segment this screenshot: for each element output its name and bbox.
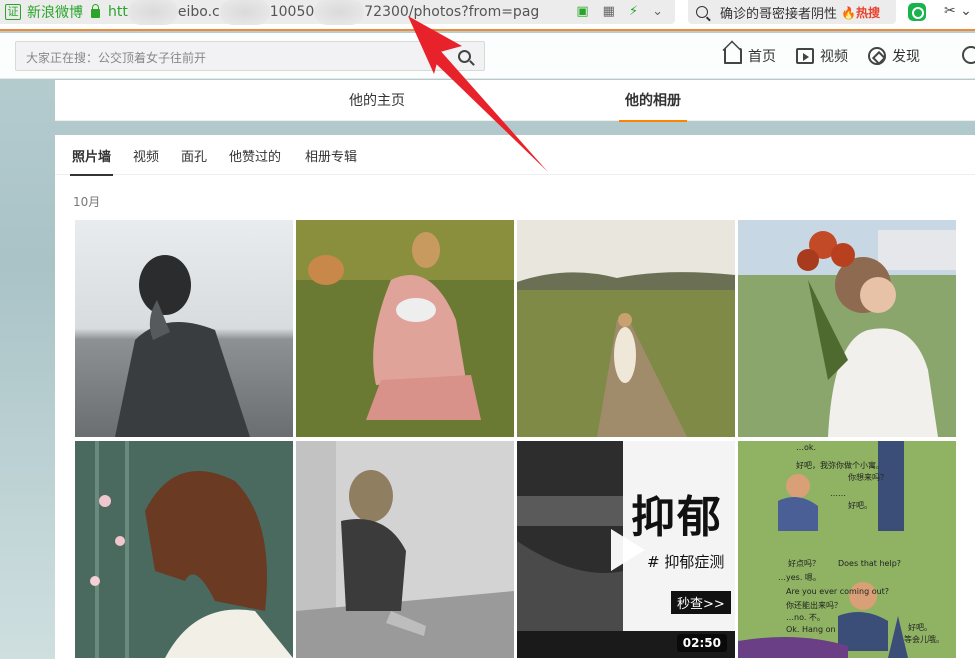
lightning-icon[interactable]: ⚡ [629, 4, 638, 19]
nav-item-label: 首页 [748, 49, 776, 65]
comic-text: 好吧，我弥你做个小寓。 [796, 461, 884, 470]
hot-badge-label: 热搜 [855, 5, 880, 20]
url-text[interactable]: htt eibo.c 10050 72300/photos?from=pag [108, 0, 539, 25]
hot-search-box[interactable]: 确诊的哥密接者阴性 🔥热搜 [688, 0, 896, 24]
photo-girl-blossoms [75, 441, 293, 658]
photo-man-field [75, 220, 293, 437]
redacted-blur [219, 0, 270, 25]
comic-text: …no. 不。 [786, 613, 825, 622]
discover-icon [868, 47, 886, 65]
search-icon[interactable] [458, 50, 471, 63]
search-input[interactable]: 大家正在搜：公交顶着女子往前开 [15, 41, 485, 71]
comic-text: 好吧。 [848, 501, 872, 510]
photo-thumbnail[interactable] [75, 441, 293, 658]
photo-thumbnail[interactable] [296, 220, 514, 437]
nav-items: 首页 视频 发现 [724, 46, 920, 66]
url-path: 72300/photos?from=pag [364, 4, 540, 20]
album-subtabs: 照片墙 视频 面孔 他赞过的 相册专辑 [55, 135, 975, 176]
redacted-blur [314, 0, 365, 25]
photo-thumbnail[interactable] [517, 220, 735, 437]
nav-item-label: 视频 [820, 49, 848, 65]
photo-thumbnail[interactable] [738, 220, 956, 437]
comic-text: 好点吗？ [788, 559, 820, 568]
hot-search-term: 确诊的哥密接者阴性 [720, 6, 838, 22]
search-icon [696, 6, 708, 18]
address-bar[interactable]: 证 新浪微博 htt eibo.c 10050 72300/photos?from=p… [0, 0, 675, 25]
chevron-down-icon[interactable]: ⌄ [652, 4, 663, 19]
nav-item-label: 发现 [892, 49, 920, 65]
url-host-part: eibo.c [177, 4, 220, 20]
wechat-extension-icon[interactable] [908, 3, 926, 21]
site-identity: 新浪微博 [27, 5, 83, 21]
redacted-blur [127, 0, 178, 25]
month-label: 10月 [73, 195, 101, 209]
url-uid-part: 10050 [269, 4, 315, 20]
comic-text: Are you ever coming out? [786, 587, 890, 596]
comic-text: 等会儿哦。 [904, 635, 944, 644]
play-icon[interactable] [611, 529, 645, 571]
photo-dirt-path [517, 220, 735, 437]
comic-text: …… [830, 489, 846, 498]
photo-girl-chicken [296, 220, 514, 437]
more-icon[interactable] [962, 46, 975, 64]
tab-home[interactable]: 他的主页 [349, 90, 405, 110]
address-bar-actions: ▣ ▦ ⚡ ⌄ [576, 4, 663, 19]
comic-text: 你还能出来吗？ [786, 601, 842, 610]
nav-item-discover[interactable]: 发现 [868, 46, 920, 66]
subtab-faces[interactable]: 面孔 [181, 146, 207, 165]
comic-text: 你想来吗？ [848, 473, 888, 482]
browser-toolbar: 证 新浪微博 htt eibo.c 10050 72300/photos?from=p… [0, 0, 975, 31]
comic-text: …ok. [796, 443, 817, 452]
photo-thumbnail[interactable]: …ok. 好吧，我弥你做个小寓。 你想来吗？ …… 好吧。 好点吗？ Does … [738, 441, 956, 658]
subtab-liked[interactable]: 他赞过的 [229, 146, 281, 165]
photo-thumbnail[interactable] [75, 220, 293, 437]
subtab-photo-wall[interactable]: 照片墙 [69, 146, 114, 176]
home-icon [724, 48, 742, 64]
subtab-albums[interactable]: 相册专辑 [305, 146, 357, 165]
comic-text: Does that help? [838, 559, 902, 568]
screenshot-icon[interactable]: ▣ [576, 4, 588, 19]
lock-icon[interactable] [91, 3, 100, 18]
comic-text: Ok. Hang on [786, 625, 836, 634]
certificate-icon[interactable]: 证 [5, 4, 21, 20]
comic-text: …yes. 嗯。 [778, 573, 821, 582]
hot-search-badge: 🔥热搜 [841, 5, 880, 20]
profile-tabs: 他的主页 他的相册 [55, 80, 975, 122]
video-thumbnail[interactable]: 抑郁 # 抑郁症测 秒查>> 02:50 [517, 441, 735, 658]
url-scheme: htt [108, 4, 128, 20]
video-duration: 02:50 [676, 634, 727, 652]
scissors-icon[interactable]: ✂ ⌄ [944, 3, 972, 19]
photo-thumbnail[interactable] [296, 441, 514, 658]
comic-text: 好吧。 [908, 623, 932, 632]
album-panel: 照片墙 视频 面孔 他赞过的 相册专辑 10月 抑郁 # 抑郁症测 秒查>> 0… [55, 135, 975, 659]
photo-girl-sitting [296, 441, 514, 658]
video-action-label: 秒查>> [671, 591, 731, 614]
weibo-top-nav: 大家正在搜：公交顶着女子往前开 首页 视频 发现 [0, 33, 975, 79]
video-hashtag: # 抑郁症测 [647, 553, 725, 571]
subtab-video[interactable]: 视频 [133, 146, 159, 165]
qrcode-icon[interactable]: ▦ [603, 4, 615, 19]
nav-item-home[interactable]: 首页 [724, 46, 776, 66]
tab-album[interactable]: 他的相册 [619, 90, 687, 122]
nav-item-video[interactable]: 视频 [796, 46, 848, 66]
video-icon [796, 48, 814, 64]
photo-woman-flowers [738, 220, 956, 437]
